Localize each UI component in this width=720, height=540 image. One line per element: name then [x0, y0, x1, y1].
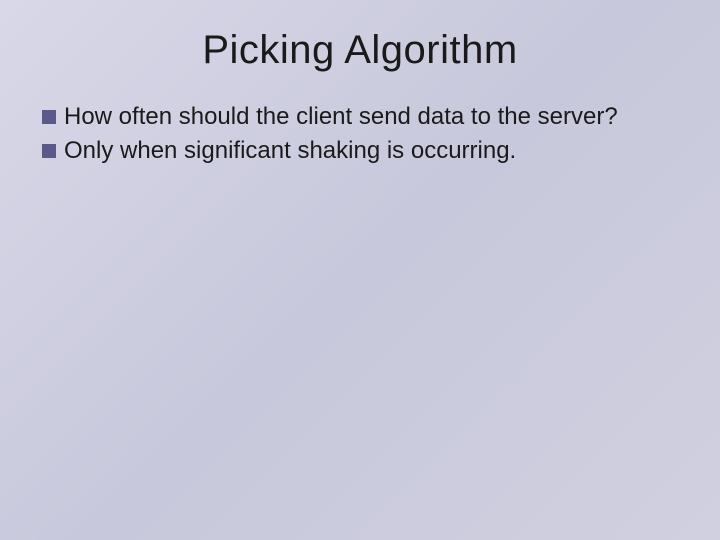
slide-container: Picking Algorithm How often should the c… — [0, 0, 720, 540]
bullet-item: Only when significant shaking is occurri… — [42, 135, 678, 167]
slide-title: Picking Algorithm — [0, 0, 720, 93]
bullet-square-icon — [42, 110, 56, 124]
slide-content: How often should the client send data to… — [0, 93, 720, 168]
bullet-item: How often should the client send data to… — [42, 101, 678, 133]
bullet-text: How often should the client send data to… — [64, 101, 618, 133]
bullet-square-icon — [42, 144, 56, 158]
bullet-text: Only when significant shaking is occurri… — [64, 135, 516, 167]
